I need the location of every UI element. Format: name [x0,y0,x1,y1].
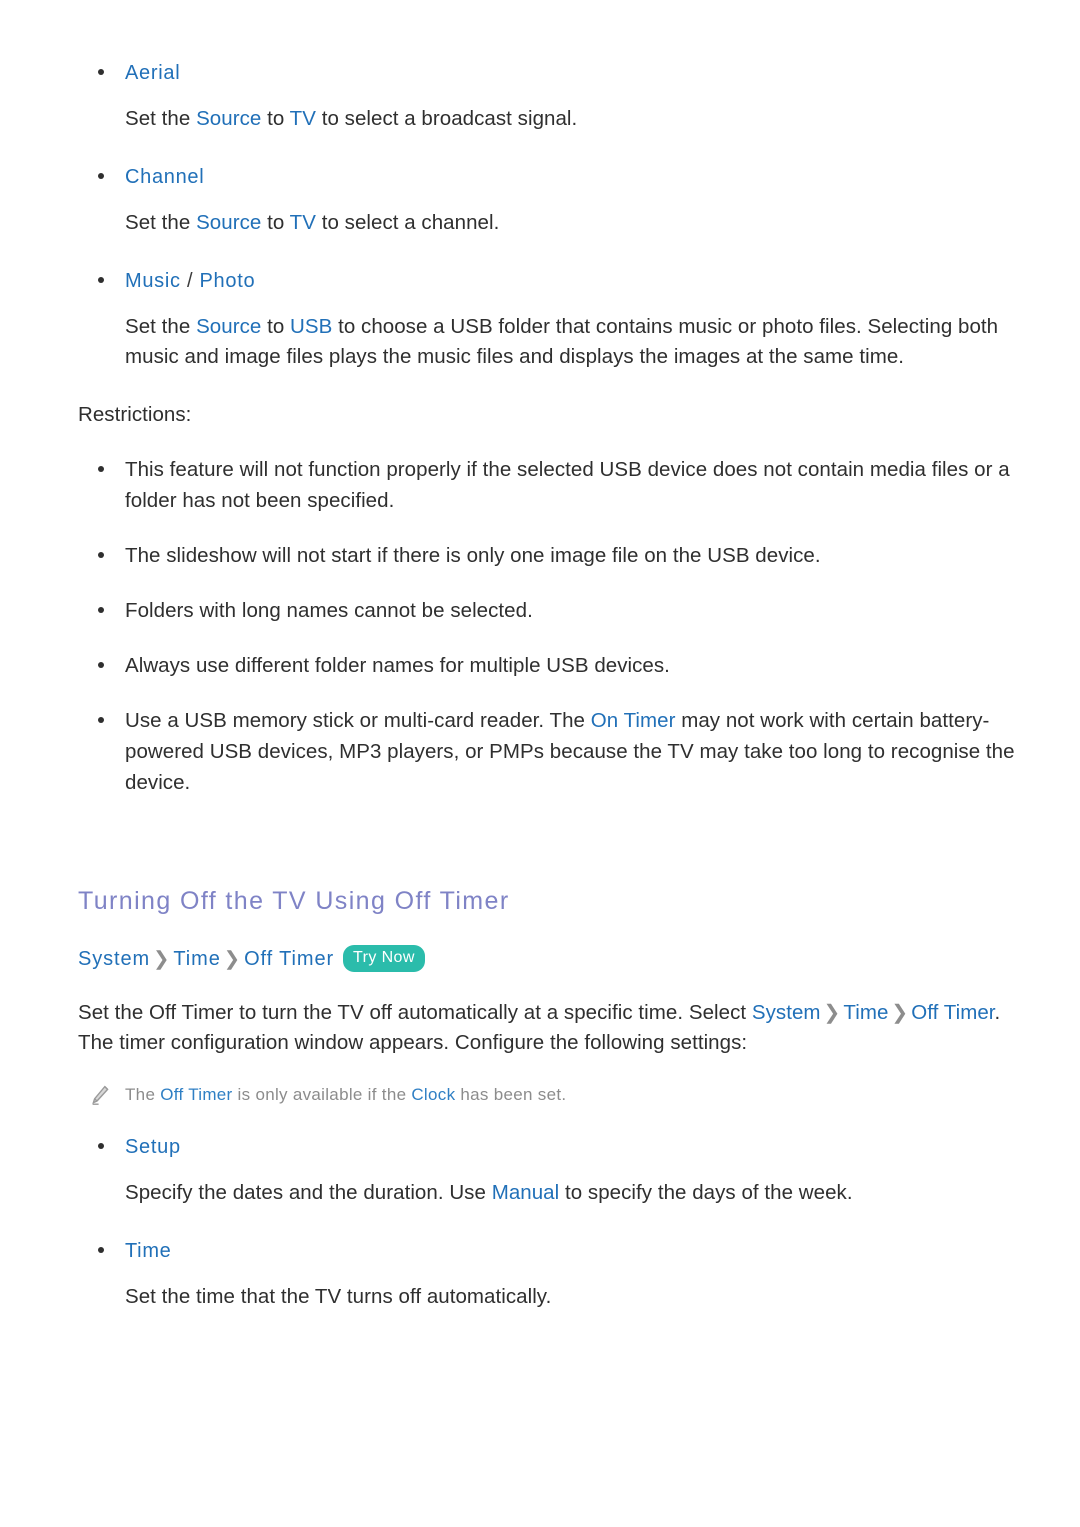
text-segment: Set the Off Timer to turn the TV off aut… [78,1001,752,1024]
pencil-icon [89,1084,111,1106]
restrictions-list: This feature will not function properly … [78,454,1018,798]
list-item: Use a USB memory stick or multi-card rea… [78,705,1018,798]
list-item: The slideshow will not start if there is… [78,540,1018,571]
option-body-aerial: Set the Source to TV to select a broadca… [125,104,1018,134]
manual-page: Aerial Set the Source to TV to select a … [0,0,1080,1527]
option-body-channel: Set the Source to TV to select a channel… [125,208,1018,238]
keyword-clock: Clock [411,1085,456,1104]
breadcrumb-item-system[interactable]: System [78,944,150,974]
text-segment: Set the [125,315,197,338]
list-item: Folders with long names cannot be select… [78,595,1018,626]
off-timer-settings-list: Setup Specify the dates and the duration… [78,1132,1018,1312]
text-segment: to [261,211,290,234]
title-separator: / [180,270,200,292]
option-title-channel: Channel [125,166,205,188]
keyword-source: Source [196,211,262,234]
keyword-usb: USB [290,315,333,338]
text-segment: to specify the days of the week. [559,1181,853,1204]
chevron-right-icon: ❯ [223,948,242,970]
setting-body-time: Set the time that the TV turns off autom… [125,1282,1018,1312]
text-segment: Set the [125,107,197,130]
list-item-channel: Channel Set the Source to TV to select a… [78,162,1018,238]
setting-title-time: Time [125,1240,172,1262]
option-body-music-photo: Set the Source to USB to choose a USB fo… [125,312,1018,372]
text-segment: to select a broadcast signal. [315,107,578,130]
keyword-photo: Photo [199,270,256,292]
keyword-source: Source [196,315,262,338]
setting-body-setup: Specify the dates and the duration. Use … [125,1178,1018,1208]
try-now-badge[interactable]: Try Now [343,944,425,972]
keyword-time: Time [843,1001,889,1024]
text-segment: The [125,1085,161,1104]
keyword-system: System [751,1001,821,1024]
text-segment: to [261,315,291,338]
note-text: The Off Timer is only available if the C… [125,1085,566,1104]
list-item: This feature will not function properly … [78,454,1018,516]
text-segment: Specify the dates and the duration. Use [125,1181,492,1204]
keyword-tv: TV [289,211,316,234]
text-segment: Set the time that the TV turns off autom… [125,1285,552,1308]
setting-title-setup: Setup [125,1136,181,1158]
restrictions-label: Restrictions: [78,403,192,426]
keyword-music: Music [125,270,181,292]
list-item-time: Time Set the time that the TV turns off … [78,1236,1018,1312]
text-segment: is only available if the [232,1085,412,1104]
off-timer-intro-paragraph: Set the Off Timer to turn the TV off aut… [78,998,1018,1058]
list-item-music-photo: Music / Photo Set the Source to USB to c… [78,266,1018,372]
breadcrumb-item-time[interactable]: Time [173,944,220,974]
keyword-manual: Manual [491,1181,560,1204]
breadcrumb-item-off-timer[interactable]: Off Timer [244,944,334,974]
text-segment: Use a USB memory stick or multi-card rea… [125,709,591,732]
text-segment: to [261,107,290,130]
keyword-tv: TV [289,107,316,130]
text-segment: to select a channel. [315,211,500,234]
keyword-off-timer: Off Timer [911,1001,995,1024]
option-title-music-photo: Music / Photo [125,266,1018,296]
option-title-aerial: Aerial [125,62,181,84]
page-title: Turning Off the TV Using Off Timer [78,887,510,915]
breadcrumb: System ❯ Time ❯ Off Timer Try Now [78,944,1018,974]
chevron-right-icon: ❯ [823,1002,841,1024]
note-row: The Off Timer is only available if the C… [78,1082,1018,1108]
keyword-source: Source [196,107,262,130]
chevron-right-icon: ❯ [153,948,171,970]
list-item-setup: Setup Specify the dates and the duration… [78,1132,1018,1208]
list-item-aerial: Aerial Set the Source to TV to select a … [78,58,1018,134]
list-item: Always use different folder names for mu… [78,650,1018,681]
keyword-off-timer: Off Timer [160,1085,233,1104]
text-segment: Set the [125,211,197,234]
source-options-list: Aerial Set the Source to TV to select a … [78,58,1018,372]
chevron-right-icon: ❯ [891,1002,909,1024]
keyword-on-timer: On Timer [590,709,676,732]
text-segment: has been set. [455,1085,567,1104]
